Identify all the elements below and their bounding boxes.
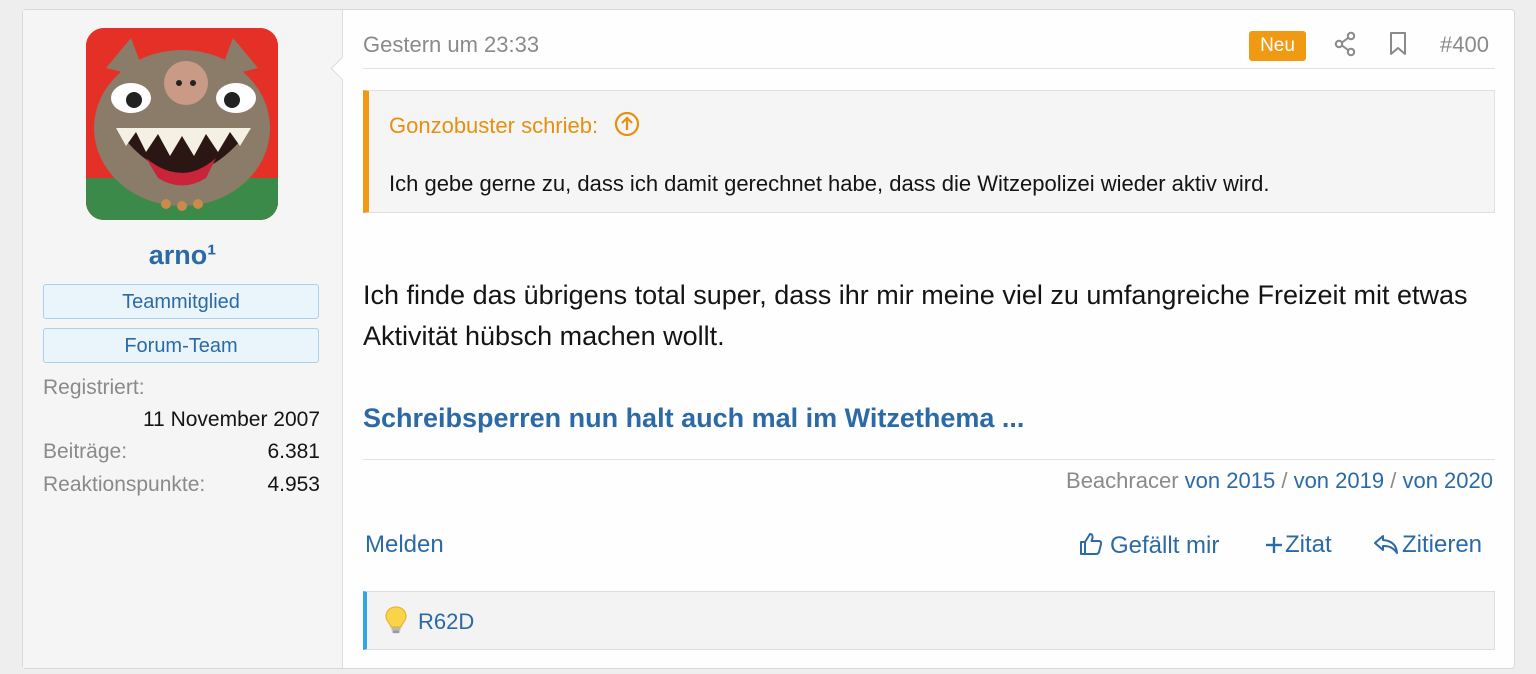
user-banner-team-member: Teammitglied	[43, 284, 319, 319]
post-number[interactable]: #400	[1440, 32, 1489, 58]
signature-divider	[363, 459, 1495, 460]
reaction-points-value: 4.953	[267, 473, 320, 496]
reply-button[interactable]: Zitieren	[1373, 531, 1482, 559]
quote-author[interactable]: Gonzobuster schrieb:	[389, 113, 598, 138]
registered-label: Registriert:	[43, 376, 145, 399]
post-timestamp[interactable]: Gestern um 23:33	[363, 32, 539, 58]
reply-icon	[1374, 535, 1398, 554]
signature-separator: /	[1281, 468, 1288, 493]
user-info-panel: arno¹ Teammitglied Forum-Team Registrier…	[23, 10, 343, 668]
quote-block: Gonzobuster schrieb: Ich gebe gerne zu, …	[363, 90, 1495, 213]
registered-value: 11 November 2007	[142, 408, 320, 431]
bookmark-icon[interactable]	[1388, 31, 1408, 62]
thumbs-up-icon	[1080, 533, 1103, 555]
signature-prefix: Beachracer	[1066, 468, 1179, 493]
post-container: arno¹ Teammitglied Forum-Team Registrier…	[22, 9, 1515, 669]
user-banner-forum-team: Forum-Team	[43, 328, 319, 363]
header-divider	[363, 68, 1495, 69]
reaction-user-link[interactable]: R62D	[418, 609, 474, 635]
like-label: Gefällt mir	[1110, 532, 1220, 559]
report-label: Melden	[365, 531, 444, 558]
report-button[interactable]: Melden	[365, 531, 444, 559]
reaction-points-label: Reaktionspunkte:	[43, 473, 206, 496]
username[interactable]: arno¹	[23, 240, 342, 271]
plus-icon	[1266, 537, 1282, 553]
multiquote-button[interactable]: Zitat	[1265, 531, 1332, 559]
lightbulb-icon	[384, 605, 408, 640]
thread-link[interactable]: Schreibsperren nun halt auch mal im Witz…	[363, 403, 1024, 434]
signature-link-2019[interactable]: von 2019	[1294, 468, 1385, 493]
avatar-image	[86, 28, 278, 220]
reactions-bar: R62D	[363, 591, 1495, 650]
signature-link-2015[interactable]: von 2015	[1185, 468, 1276, 493]
multiquote-label: Zitat	[1285, 531, 1332, 558]
share-icon[interactable]	[1333, 31, 1357, 62]
quote-text: Ich gebe gerne zu, dass ich damit gerech…	[389, 171, 1270, 196]
signature-link-2020[interactable]: von 2020	[1402, 468, 1493, 493]
reply-label: Zitieren	[1402, 531, 1483, 558]
post-message: Ich finde das übrigens total super, dass…	[363, 280, 1468, 351]
posts-value: 6.381	[267, 440, 320, 463]
posts-label: Beiträge:	[43, 440, 128, 463]
signature-separator: /	[1390, 468, 1397, 493]
quote-header[interactable]: Gonzobuster schrieb:	[389, 111, 640, 143]
avatar[interactable]	[86, 28, 278, 220]
new-badge: Neu	[1249, 31, 1306, 61]
like-button[interactable]: Gefällt mir	[1078, 531, 1219, 560]
arrow-up-circle-icon[interactable]	[614, 111, 640, 143]
signature: Beachracer von 2015 / von 2019 / von 202…	[1066, 468, 1493, 494]
